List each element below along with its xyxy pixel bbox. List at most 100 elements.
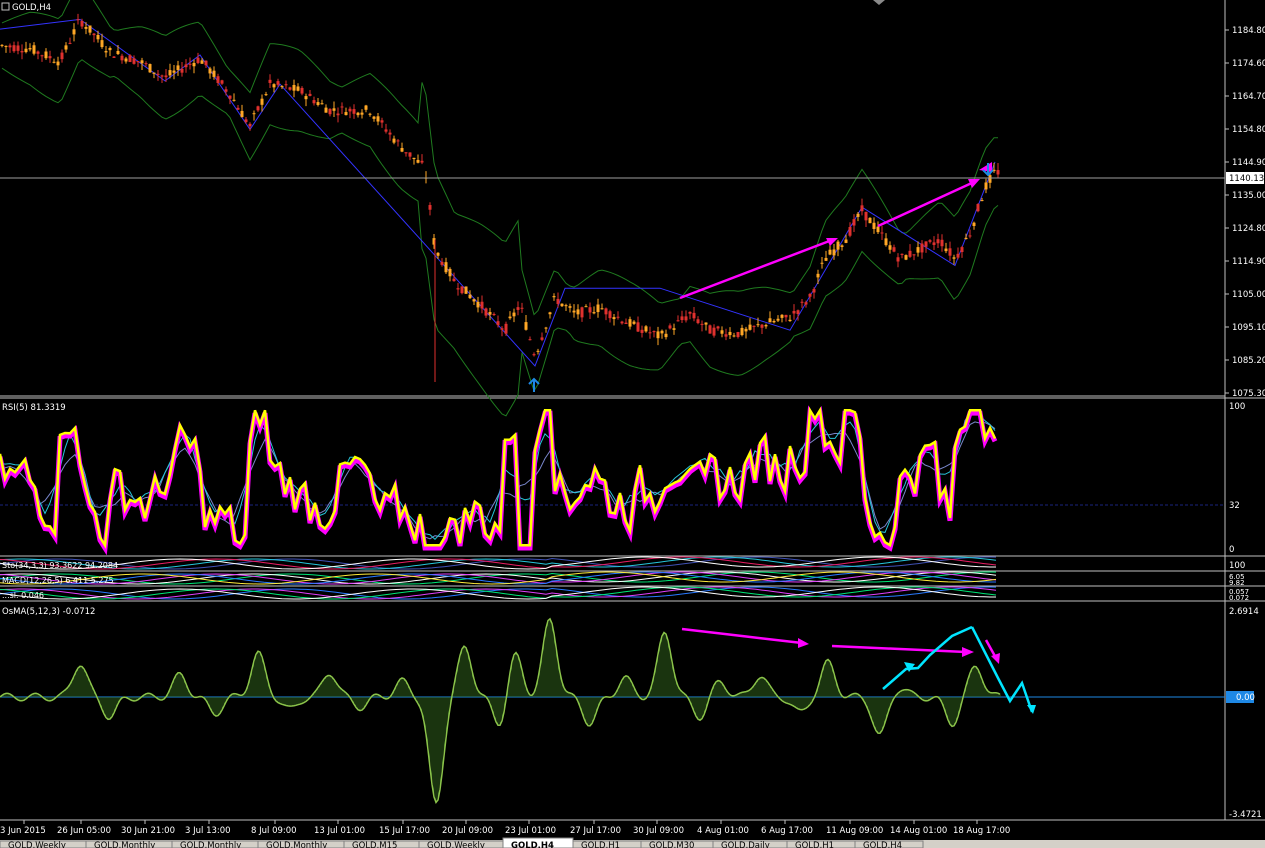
- candle-body: [344, 112, 348, 116]
- macd-level-2: 9.82: [1229, 579, 1245, 587]
- candle-body: [484, 308, 488, 316]
- candle-body: [36, 51, 40, 54]
- candle-body: [132, 58, 136, 64]
- candle-body: [32, 45, 36, 54]
- candle-body: [680, 316, 684, 321]
- candle-body: [868, 217, 872, 224]
- candle-body: [276, 81, 280, 85]
- candle-body: [660, 330, 664, 334]
- candle-body: [324, 107, 328, 113]
- candle-body: [700, 323, 704, 325]
- tab-label: GOLD,H1: [795, 841, 834, 848]
- candle-body: [304, 96, 308, 100]
- candle-body: [920, 243, 924, 253]
- candle-body: [56, 61, 60, 66]
- candle-body: [532, 354, 536, 356]
- candle-body: [860, 205, 864, 212]
- candle-body: [232, 99, 236, 101]
- price-label: 1075.30: [1232, 389, 1265, 399]
- macd-title: MACD(12,26,5) 6.411 5.275: [2, 576, 114, 585]
- candle-body: [764, 325, 768, 327]
- candle-body: [548, 312, 552, 315]
- candle-body: [888, 245, 892, 250]
- tab-label: GOLD,M15: [352, 841, 397, 848]
- candle-body: [64, 45, 68, 50]
- candle-body: [556, 298, 560, 304]
- candle-body: [756, 324, 760, 326]
- candle-body: [688, 311, 692, 314]
- candle-body: [120, 55, 124, 61]
- price-label: 1105.00: [1232, 290, 1265, 300]
- candle-body: [128, 55, 132, 63]
- candle-body: [160, 75, 164, 77]
- time-label: 8 Jul 09:00: [251, 826, 297, 836]
- candle-body: [508, 316, 512, 319]
- candle-body: [544, 327, 548, 329]
- candle-body: [596, 304, 600, 313]
- third-level-2: 0.072: [1229, 594, 1249, 602]
- candle-body: [140, 60, 144, 64]
- candle-body: [292, 84, 296, 91]
- candle-body: [968, 235, 972, 237]
- candle-body: [348, 108, 352, 112]
- candle-body: [284, 84, 288, 86]
- candle-body: [448, 268, 452, 277]
- symbol-title: GOLD,H4: [12, 3, 51, 13]
- candle-body: [996, 170, 1000, 175]
- candle-body: [76, 19, 80, 21]
- candle-body: [72, 29, 76, 35]
- candle-body: [376, 116, 380, 122]
- candle-body: [780, 314, 784, 318]
- candle-body: [676, 320, 680, 322]
- time-label: 15 Jul 17:00: [379, 826, 430, 836]
- candle-body: [768, 318, 772, 323]
- candle-body: [256, 106, 260, 111]
- candle-body: [988, 175, 992, 183]
- candle-body: [616, 316, 620, 318]
- candle-body: [932, 242, 936, 245]
- candle-body: [400, 147, 404, 152]
- candle-body: [436, 252, 440, 256]
- candle-body: [412, 157, 416, 159]
- time-label: 26 Jun 05:00: [57, 826, 111, 836]
- candle-body: [164, 75, 168, 78]
- candle-body: [336, 113, 340, 116]
- candle-body: [720, 330, 724, 334]
- candle-body: [4, 45, 8, 47]
- candle-body: [600, 308, 604, 310]
- candle-body: [724, 334, 728, 337]
- candle-body: [980, 200, 984, 202]
- mt4-chart-window[interactable]: GOLD,H4 1184.80 1174.60 1164.70 1154.80 1144…: [0, 0, 1265, 848]
- candle-body: [956, 253, 960, 258]
- candle-body: [216, 76, 220, 83]
- candle-body: [308, 93, 312, 96]
- tab-label: GOLD,H1: [581, 841, 620, 848]
- candle-body: [192, 62, 196, 67]
- candle-body: [500, 328, 504, 330]
- candle-body: [916, 247, 920, 253]
- rsi-level-100: 100: [1229, 402, 1245, 412]
- candle-body: [892, 247, 896, 252]
- candle-body: [912, 254, 916, 256]
- candle-body: [480, 301, 484, 309]
- candle-body: [260, 98, 264, 105]
- stoch-title: Sto(34,3,3) 93.3622 94.2084: [2, 561, 118, 570]
- time-label: 3 Jun 2015: [0, 826, 46, 836]
- candle-body: [800, 301, 804, 303]
- candle-body: [656, 331, 660, 339]
- candle-body: [180, 68, 184, 73]
- osma-level-zero: 0.00: [1236, 693, 1255, 703]
- candle-body: [124, 58, 128, 62]
- price-label: 1095.10: [1232, 323, 1265, 333]
- candle-body: [908, 250, 912, 257]
- candle-body: [984, 182, 988, 190]
- candle-body: [476, 301, 480, 308]
- candle-body: [20, 51, 24, 53]
- candle-body: [356, 112, 360, 116]
- candle-body: [684, 316, 688, 321]
- candle-body: [552, 296, 556, 298]
- candle-body: [772, 321, 776, 323]
- time-label: 23 Jul 01:00: [505, 826, 556, 836]
- candle-body: [460, 286, 464, 294]
- candle-body: [976, 204, 980, 212]
